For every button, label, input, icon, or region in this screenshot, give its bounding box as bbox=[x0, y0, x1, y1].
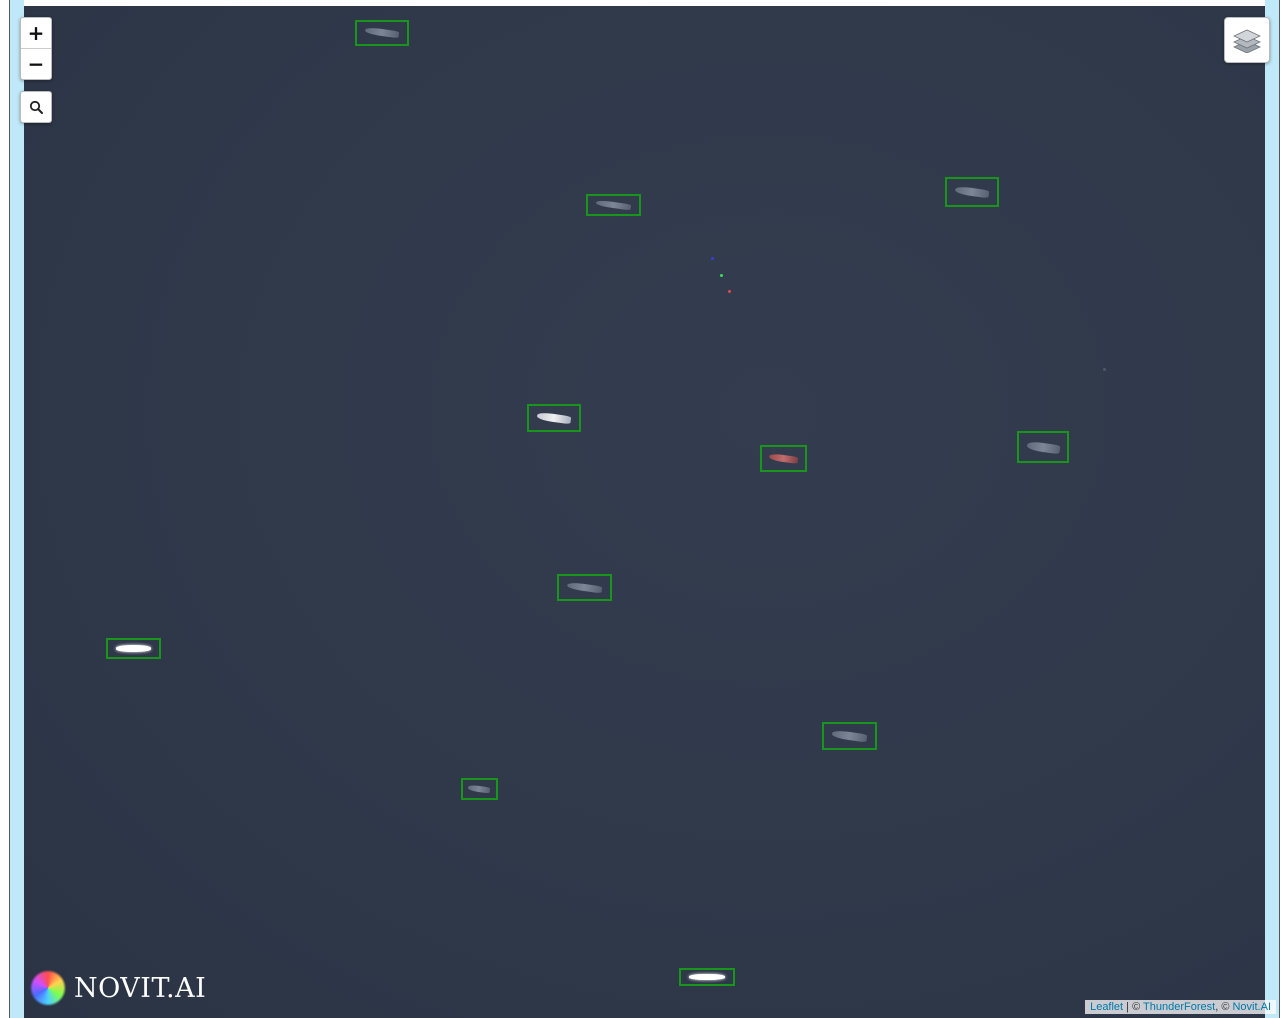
zoom-in-button[interactable]: + bbox=[21, 18, 51, 48]
ship-detection-box[interactable] bbox=[1017, 431, 1069, 463]
thunderforest-link[interactable]: ThunderForest bbox=[1143, 1001, 1215, 1013]
attribution-separator: | © bbox=[1123, 1001, 1144, 1013]
ship-detection-box[interactable] bbox=[760, 445, 807, 472]
green-pixel-marker bbox=[720, 274, 723, 277]
layers-icon bbox=[1233, 29, 1261, 53]
map-attribution: Leaflet | © ThunderForest, © Novit.AI bbox=[1085, 1000, 1276, 1014]
zoom-out-button[interactable]: − bbox=[21, 48, 51, 79]
faint-pixel-marker bbox=[1103, 368, 1106, 371]
ship-detection-box[interactable] bbox=[822, 722, 877, 750]
ship-detection-box[interactable] bbox=[557, 574, 612, 601]
ship-hull bbox=[467, 784, 492, 794]
logo-mark bbox=[30, 970, 66, 1006]
attribution-comma: , © bbox=[1215, 1001, 1233, 1013]
layers-button[interactable] bbox=[1224, 17, 1270, 63]
search-icon bbox=[29, 100, 43, 114]
ship-hull bbox=[595, 199, 632, 211]
ship-hull bbox=[768, 452, 799, 465]
ship-hull bbox=[689, 974, 725, 980]
satellite-map[interactable] bbox=[24, 6, 1265, 1018]
novit-link[interactable]: Novit.AI bbox=[1232, 1001, 1271, 1013]
ship-hull bbox=[364, 27, 400, 39]
ship-detection-box[interactable] bbox=[355, 20, 409, 46]
zoom-control: + − bbox=[20, 17, 52, 80]
ship-hull bbox=[954, 185, 990, 199]
ship-hull bbox=[116, 645, 151, 652]
novit-logo: NOVIT.AI bbox=[30, 970, 206, 1006]
ship-hull bbox=[1026, 440, 1060, 454]
blue-pixel-marker bbox=[711, 257, 714, 260]
right-frame-edge bbox=[1265, 0, 1280, 1018]
ship-detection-box[interactable] bbox=[586, 194, 641, 216]
ship-detection-box[interactable] bbox=[679, 968, 735, 986]
ship-detection-box[interactable] bbox=[106, 638, 161, 659]
leaflet-link[interactable]: Leaflet bbox=[1090, 1001, 1123, 1013]
left-frame-edge bbox=[9, 0, 24, 1018]
ship-detection-box[interactable] bbox=[461, 778, 498, 800]
search-button[interactable] bbox=[20, 91, 52, 123]
logo-text: NOVIT.AI bbox=[74, 972, 207, 1004]
ship-hull bbox=[566, 581, 603, 594]
red-pixel-marker bbox=[728, 290, 731, 293]
ship-hull bbox=[831, 729, 868, 743]
ship-detection-box[interactable] bbox=[527, 404, 581, 432]
ship-detection-box[interactable] bbox=[945, 177, 999, 207]
ship-hull bbox=[536, 411, 572, 425]
